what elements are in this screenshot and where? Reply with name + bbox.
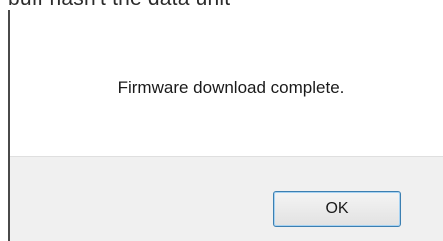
ok-button[interactable]: OK bbox=[273, 191, 401, 227]
background-window-text: buff hasn't the data unit bbox=[8, 0, 443, 10]
dialog-content-area: Firmware download complete. bbox=[10, 10, 443, 156]
message-dialog: Firmware download complete. OK bbox=[10, 10, 443, 241]
screen: buff hasn't the data unit Firmware downl… bbox=[0, 0, 443, 241]
dialog-button-bar: OK bbox=[10, 156, 443, 241]
dialog-message: Firmware download complete. bbox=[117, 78, 345, 97]
